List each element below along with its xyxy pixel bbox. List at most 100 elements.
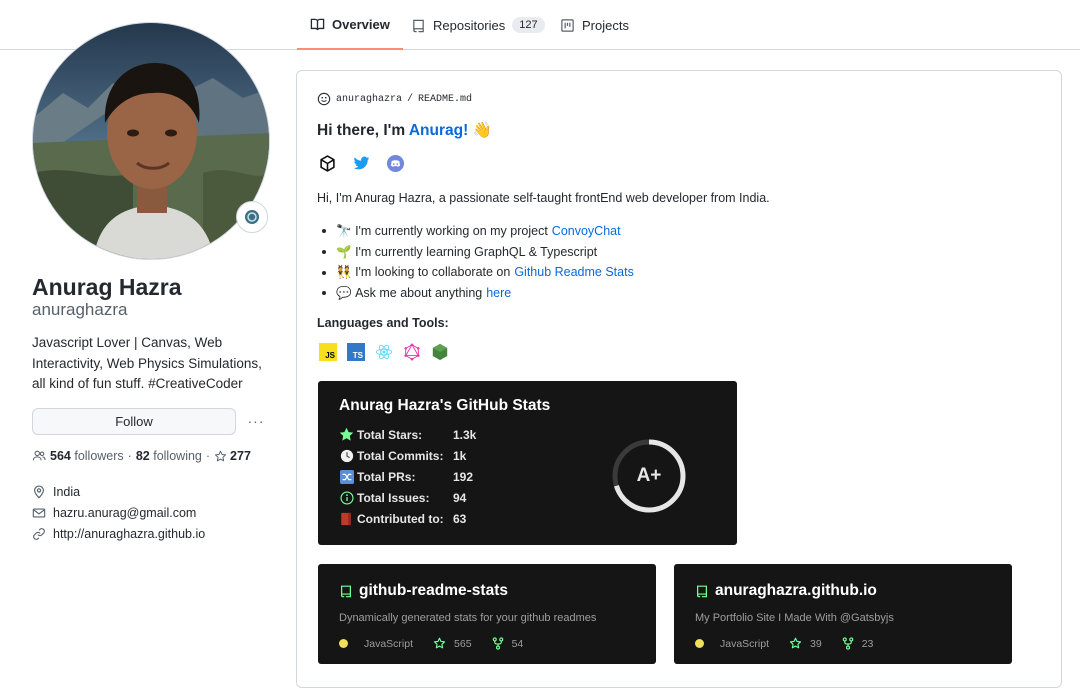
bullet-text: I'm currently working on my project: [355, 224, 548, 238]
status-emoji-icon: [245, 210, 259, 224]
tab-label: Overview: [332, 16, 390, 32]
bullet-text: I'm currently learning GraphQL & Typescr…: [355, 244, 598, 259]
stars-count: 277: [230, 449, 251, 463]
shuffle-icon: [339, 469, 354, 484]
stat-total-prs: Total PRs: 192: [339, 469, 473, 484]
tab-projects[interactable]: Projects: [547, 0, 642, 50]
discord-icon[interactable]: [385, 153, 405, 173]
following-label: following: [153, 449, 202, 463]
readme-heading: Hi there, I'm Anurag! 👋: [317, 121, 492, 140]
tools-heading: Languages and Tools:: [317, 316, 449, 330]
followers-link[interactable]: 564 followers: [50, 449, 124, 463]
stat-label: Total Commits:: [357, 448, 444, 463]
follow-button[interactable]: Follow: [32, 408, 236, 435]
convoychat-link[interactable]: ConvoyChat: [552, 221, 621, 242]
repo-name[interactable]: anuraghazra.github.io: [695, 582, 877, 600]
stat-value: 1k: [453, 448, 467, 463]
separator-dot: ·: [127, 449, 132, 463]
website-link[interactable]: http://anuraghazra.github.io: [53, 527, 205, 541]
bullet-dot: [322, 229, 326, 234]
kebab-icon: ···: [247, 413, 265, 429]
bullet-dot: [322, 291, 326, 296]
readme-path-user[interactable]: anuraghazra: [336, 94, 402, 105]
vcard-website[interactable]: http://anuraghazra.github.io: [32, 527, 205, 541]
readme-path-file[interactable]: README.md: [418, 94, 472, 105]
tab-overview[interactable]: Overview: [297, 0, 403, 50]
tab-label: Projects: [582, 17, 629, 33]
repo-description: My Portfolio Site I Made With @Gatsbyjs: [695, 612, 894, 624]
followers-label: followers: [74, 449, 124, 463]
project-icon: [561, 18, 574, 32]
stat-value: 94: [453, 490, 467, 505]
repo-icon: [341, 585, 351, 598]
repo-language: JavaScript: [339, 638, 413, 650]
here-link[interactable]: here: [486, 283, 511, 304]
language-name: JavaScript: [720, 637, 770, 650]
list-item: 🌱 I'm currently learning GraphQL & Types…: [317, 242, 634, 263]
following-link[interactable]: 82 following: [136, 449, 202, 463]
list-item: 🔭 I'm currently working on my project Con…: [317, 221, 634, 242]
stat-value: 1.3k: [453, 427, 477, 442]
stats-title: Anurag Hazra's GitHub Stats: [339, 397, 551, 414]
stars-link[interactable]: 277: [214, 449, 251, 463]
react-icon[interactable]: [375, 343, 393, 361]
dancers-emoji: 👯: [336, 265, 352, 280]
javascript-icon[interactable]: JS: [319, 343, 337, 361]
repo-forks: 54: [492, 637, 523, 650]
vcard-email[interactable]: hazru.anurag@gmail.com: [32, 506, 196, 520]
email-link[interactable]: hazru.anurag@gmail.com: [53, 506, 196, 520]
tab-label: Repositories: [433, 17, 506, 33]
status-badge[interactable]: [236, 201, 268, 233]
repo-stars: 39: [789, 637, 822, 650]
readme-intro: Hi, I'm Anurag Hazra, a passionate self-…: [317, 191, 770, 205]
separator-dot: ·: [205, 449, 211, 463]
codesandbox-icon[interactable]: [317, 153, 337, 173]
repo-meta: JavaScript 39 23: [695, 637, 873, 650]
github-readme-stats-link[interactable]: Github Readme Stats: [514, 262, 634, 283]
github-stats-card: Anurag Hazra's GitHub Stats Total Stars:…: [318, 381, 737, 545]
greeting-name-link[interactable]: Anurag!: [409, 122, 468, 139]
readme-path-separator: /: [407, 93, 414, 105]
typescript-icon[interactable]: TS: [347, 343, 365, 361]
forks-value: 23: [861, 637, 874, 650]
speech-bubble-emoji: 💬: [336, 286, 352, 301]
tab-repositories[interactable]: Repositories 127: [398, 0, 558, 50]
list-item: 👯 I'm looking to collaborate on Github Re…: [317, 262, 634, 283]
info-icon: [339, 490, 354, 505]
graphql-icon[interactable]: [403, 343, 421, 361]
readme-path: anuraghazra / README.md: [317, 92, 472, 106]
tools-icon-row: JS TS: [319, 343, 449, 361]
repo-description: Dynamically generated stats for your git…: [339, 612, 597, 624]
profile-fullname: Anurag Hazra: [32, 274, 182, 300]
stars-value: 39: [810, 637, 822, 650]
star-outline-icon: [215, 450, 227, 461]
vcard-location: India: [32, 485, 80, 499]
stars-value: 565: [454, 637, 472, 650]
repo-pin-card[interactable]: anuraghazra.github.io My Portfolio Site …: [674, 564, 1012, 664]
repo-pin-card[interactable]: github-readme-stats Dynamically generate…: [318, 564, 656, 664]
avatar-photo: [33, 23, 269, 259]
nodejs-icon[interactable]: [431, 343, 449, 361]
repo-name[interactable]: github-readme-stats: [339, 582, 508, 600]
profile-username: anuraghazra: [32, 300, 128, 319]
fork-icon: [842, 637, 853, 650]
stat-value: 63: [453, 511, 467, 526]
repo-meta: JavaScript 565 54: [339, 637, 523, 650]
stat-label: Total Issues:: [357, 490, 430, 505]
repo-name-text: anuraghazra.github.io: [715, 582, 877, 599]
more-options-button[interactable]: ···: [245, 410, 267, 432]
language-color-dot: [695, 639, 704, 648]
seedling-emoji: 🌱: [336, 244, 352, 259]
repo-stars: 565: [433, 637, 472, 650]
fork-icon: [492, 637, 503, 650]
mail-icon: [32, 508, 46, 518]
wave-emoji: 👋: [472, 122, 492, 139]
star-icon: [339, 427, 354, 442]
twitter-icon[interactable]: [351, 153, 371, 173]
bullet-text: Ask me about anything: [355, 286, 483, 301]
avatar[interactable]: [32, 22, 270, 260]
follow-stats: 564 followers · 82 following · 277: [32, 449, 251, 463]
stat-total-stars: Total Stars: 1.3k: [339, 427, 476, 442]
telescope-emoji: 🔭: [336, 224, 352, 238]
followers-count: 564: [50, 449, 71, 463]
